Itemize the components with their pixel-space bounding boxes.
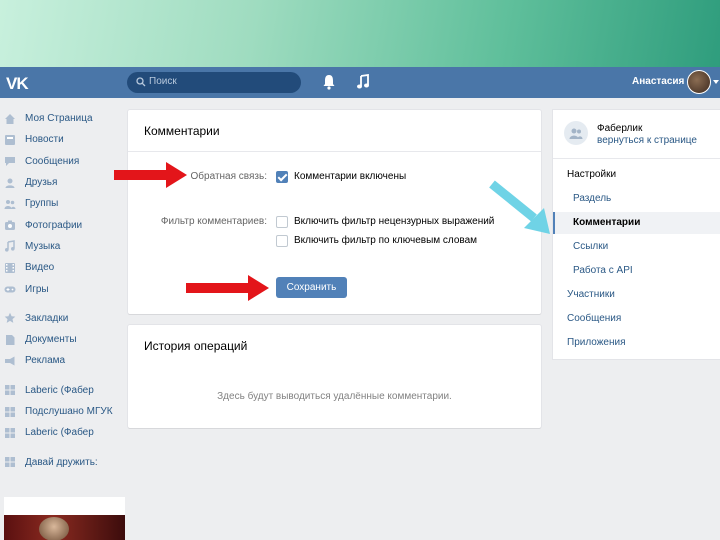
promo-image[interactable]	[4, 497, 125, 540]
community-settings-menu: Фаберлик вернуться к странице Настройки …	[553, 110, 720, 359]
nav-item-label: Laberic (Фабер	[25, 384, 94, 396]
save-button[interactable]: Сохранить	[276, 277, 347, 298]
nav-divider	[0, 300, 124, 308]
community-avatar[interactable]	[564, 121, 588, 145]
menu-apps[interactable]: Приложения	[553, 332, 720, 354]
nav-item-my-page[interactable]: Моя Страница	[0, 108, 124, 129]
nav-item-news[interactable]: Новости	[0, 129, 124, 150]
comments-enabled-label[interactable]: Комментарии включены	[294, 171, 406, 182]
nav-item-label: Сообщения	[25, 155, 80, 167]
nav-divider	[0, 372, 124, 380]
filter-label: Фильтр комментариев:	[160, 216, 267, 227]
nav-item-ads[interactable]: Реклама	[0, 350, 124, 371]
nav-item-community-3[interactable]: Laberic (Фабер	[0, 422, 124, 443]
menu-members[interactable]: Участники	[553, 284, 720, 306]
star-icon	[4, 313, 16, 324]
nav-item-label: Фотографии	[25, 219, 83, 231]
nav-item-label: Закладки	[25, 312, 69, 324]
nav-item-label: Подслушано МГУК	[25, 406, 113, 417]
nav-item-label: Laberic (Фабер	[25, 427, 94, 439]
left-navigation: Моя Страница Новости Сообщения Друзья Гр…	[0, 108, 124, 473]
document-icon	[6, 334, 15, 345]
empty-state-text: Здесь будут выводиться удалённые коммент…	[217, 391, 452, 402]
nav-item-apps[interactable]: Давай дружить:	[0, 451, 124, 472]
nav-item-label: Видео	[25, 262, 55, 274]
search-placeholder: Поиск	[149, 76, 177, 87]
nav-item-documents[interactable]: Документы	[0, 329, 124, 350]
group-icon	[5, 385, 15, 396]
group-icon	[5, 427, 15, 438]
nav-item-photos[interactable]: Фотографии	[0, 214, 124, 235]
friends-icon	[5, 178, 15, 188]
music-icon	[5, 240, 15, 253]
divider	[553, 158, 720, 159]
cyan-arrow-icon	[489, 180, 550, 234]
gamepad-icon	[4, 286, 16, 293]
keyword-filter-checkbox[interactable]	[276, 235, 288, 247]
nav-item-community-2[interactable]: Подслушано МГУК	[0, 401, 124, 422]
bell-icon[interactable]	[322, 74, 336, 90]
group-icon	[5, 406, 15, 417]
nav-item-community-1[interactable]: Laberic (Фабер	[0, 380, 124, 401]
nav-item-messages[interactable]: Сообщения	[0, 151, 124, 172]
red-arrow-icon	[114, 162, 187, 188]
profanity-filter-label[interactable]: Включить фильтр нецензурных выражений	[294, 216, 494, 227]
chevron-down-icon[interactable]	[713, 80, 719, 84]
nav-item-label: Музыка	[25, 240, 61, 252]
menu-links[interactable]: Ссылки	[553, 236, 720, 258]
nav-item-groups[interactable]: Группы	[0, 193, 124, 214]
menu-messages[interactable]: Сообщения	[553, 308, 720, 330]
nav-item-music[interactable]: Музыка	[0, 236, 124, 257]
community-name[interactable]: Фаберлик	[597, 123, 642, 134]
nav-item-games[interactable]: Игры	[0, 278, 124, 299]
menu-comments[interactable]: Комментарии	[553, 212, 720, 234]
nav-item-label: Реклама	[25, 355, 66, 367]
nav-item-bookmarks[interactable]: Закладки	[0, 308, 124, 329]
message-icon	[5, 157, 15, 167]
keyword-filter-label[interactable]: Включить фильтр по ключевым словам	[294, 235, 477, 246]
news-icon	[5, 134, 15, 145]
home-icon	[5, 113, 15, 124]
nav-item-label: Группы	[25, 198, 59, 210]
nav-item-label: Давай дружить:	[25, 456, 98, 468]
apps-icon	[5, 457, 15, 468]
nav-item-label: Документы	[25, 334, 77, 346]
panel-title: История операций	[144, 339, 248, 353]
menu-api[interactable]: Работа с API	[553, 260, 720, 282]
divider	[128, 151, 541, 152]
comments-enabled-checkbox[interactable]	[276, 171, 288, 183]
community-icon	[569, 128, 583, 139]
nav-item-label: Друзья	[25, 177, 58, 189]
nav-item-friends[interactable]: Друзья	[0, 172, 124, 193]
nav-item-label: Новости	[25, 134, 64, 146]
ads-icon	[5, 356, 15, 366]
video-icon	[5, 262, 15, 273]
nav-divider	[0, 443, 124, 451]
nav-item-video[interactable]: Видео	[0, 257, 124, 278]
panel-title: Комментарии	[144, 124, 220, 138]
search-icon	[136, 77, 146, 87]
back-to-page-link[interactable]: вернуться к странице	[597, 135, 697, 146]
groups-icon	[4, 199, 16, 209]
promo-face	[39, 517, 69, 540]
history-panel: История операций Здесь будут выводиться …	[128, 325, 541, 428]
vk-logo[interactable]: VK	[6, 74, 29, 94]
top-header: VK Поиск Анастасия	[0, 67, 720, 98]
user-name[interactable]: Анастасия	[632, 76, 684, 87]
search-input[interactable]: Поиск	[127, 72, 301, 93]
red-arrow-icon	[186, 275, 269, 301]
decorative-banner	[0, 0, 720, 67]
nav-item-label: Игры	[25, 283, 49, 295]
music-note-icon[interactable]	[356, 74, 370, 90]
camera-icon	[5, 220, 15, 231]
menu-sections[interactable]: Раздель	[553, 188, 720, 210]
profanity-filter-checkbox[interactable]	[276, 216, 288, 228]
avatar[interactable]	[687, 70, 711, 94]
nav-item-label: Моя Страница	[25, 113, 93, 125]
menu-settings[interactable]: Настройки	[553, 164, 720, 186]
